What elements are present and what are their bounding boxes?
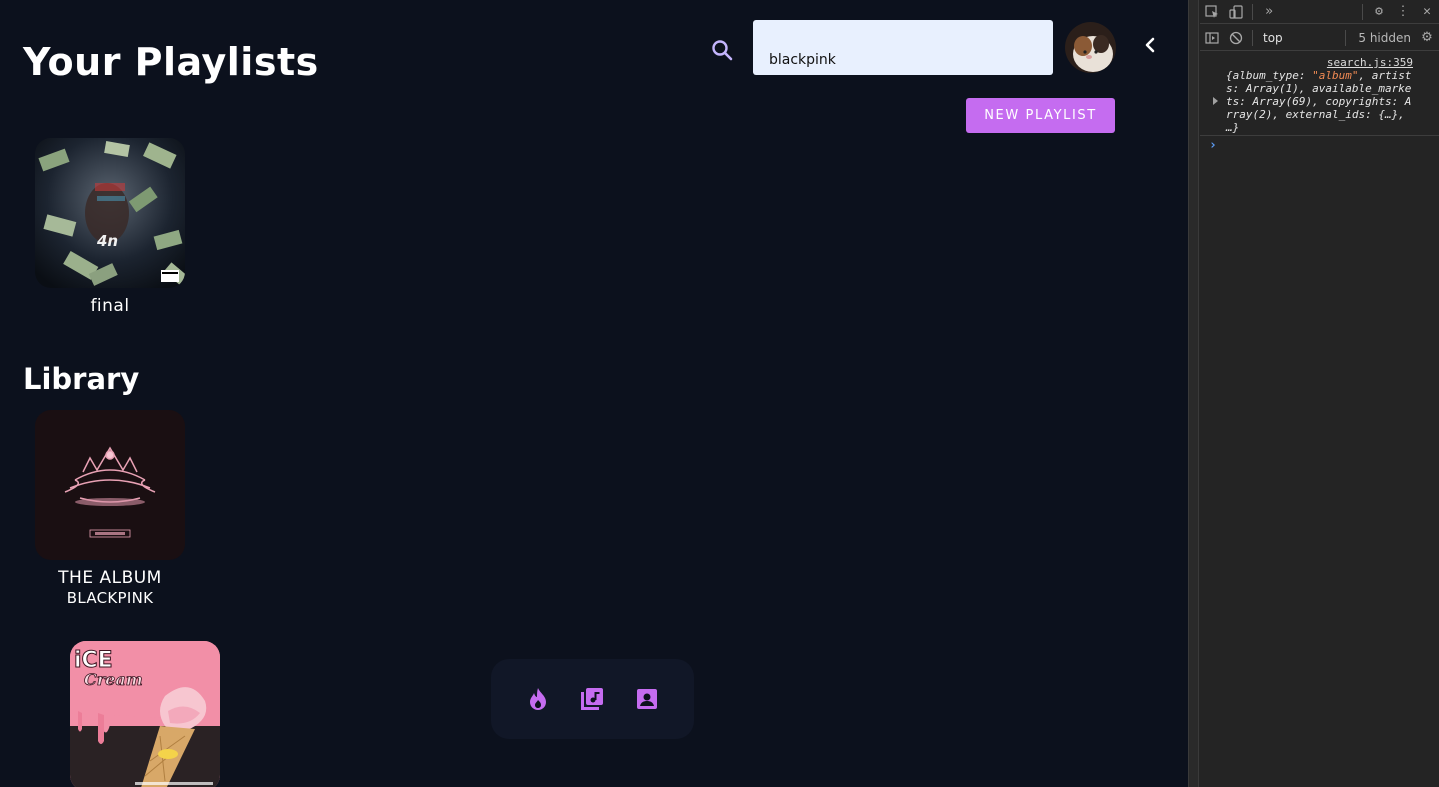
- avatar[interactable]: [1065, 22, 1116, 73]
- more-options-icon[interactable]: ⋮: [1391, 0, 1415, 24]
- album-cover-image: [35, 410, 185, 560]
- album-name: THE ALBUM: [58, 568, 162, 588]
- search-input[interactable]: [753, 20, 1053, 75]
- collapse-chevron-icon[interactable]: [1140, 34, 1162, 56]
- close-icon[interactable]: ✕: [1415, 0, 1439, 24]
- toolbar-divider: [1362, 3, 1363, 20]
- album-cover-image: iCE Cream: [70, 641, 220, 787]
- devtools-toolbar: » ⚙ ⋮ ✕: [1200, 0, 1439, 24]
- page-title: Your Playlists: [23, 40, 319, 84]
- context-selector[interactable]: top: [1263, 31, 1341, 45]
- hidden-count: 5 hidden: [1358, 30, 1411, 45]
- log-message[interactable]: {album_type: "album", artists: Array(1),…: [1226, 69, 1413, 134]
- toolbar-divider: [1252, 3, 1253, 20]
- trending-icon[interactable]: [524, 685, 552, 713]
- console-settings-gear-icon[interactable]: ⚙: [1415, 26, 1439, 50]
- devtools-resize-handle[interactable]: [1189, 0, 1199, 787]
- playlist-card[interactable]: 4n final: [35, 138, 185, 316]
- library-icon[interactable]: [578, 685, 606, 713]
- library-title: Library: [23, 362, 140, 396]
- console-toolbar: top 5 hidden ⚙: [1200, 25, 1439, 51]
- profile-icon[interactable]: [633, 685, 661, 713]
- inspect-element-icon[interactable]: [1200, 0, 1224, 24]
- album-card[interactable]: THE ALBUM BLACKPINK: [35, 410, 185, 607]
- svg-text:4n: 4n: [96, 232, 118, 250]
- toolbar-divider: [1345, 29, 1346, 46]
- search-icon[interactable]: [710, 38, 734, 62]
- log-source-link[interactable]: search.js:359: [1327, 56, 1413, 69]
- sidebar-toggle-icon[interactable]: [1200, 26, 1224, 50]
- playlist-cover-image: 4n: [35, 138, 185, 288]
- app: Your Playlists NEW PLAYLIST: [0, 0, 1188, 787]
- expand-triangle-icon[interactable]: [1213, 97, 1218, 105]
- devtools-panel: » ⚙ ⋮ ✕ top 5 hidden ⚙ search.js:359 {al…: [1188, 0, 1439, 787]
- console-log-entry: search.js:359 {album_type: "album", arti…: [1200, 52, 1439, 136]
- device-toolbar-icon[interactable]: [1224, 0, 1248, 24]
- toolbar-divider: [1252, 29, 1253, 46]
- clear-console-icon[interactable]: [1224, 26, 1248, 50]
- svg-text:Cream: Cream: [84, 670, 143, 689]
- console-prompt-icon[interactable]: ›: [1209, 138, 1217, 153]
- album-artist: BLACKPINK: [66, 589, 154, 607]
- log-string-value: "album": [1312, 69, 1359, 82]
- settings-gear-icon[interactable]: ⚙: [1367, 0, 1391, 24]
- more-tabs-icon[interactable]: »: [1257, 0, 1281, 24]
- bottom-nav: [491, 659, 694, 739]
- playlist-name: final: [90, 296, 130, 316]
- log-prefix: {album_type:: [1226, 69, 1313, 82]
- album-card[interactable]: iCE Cream: [70, 641, 220, 787]
- new-playlist-button[interactable]: NEW PLAYLIST: [966, 98, 1115, 133]
